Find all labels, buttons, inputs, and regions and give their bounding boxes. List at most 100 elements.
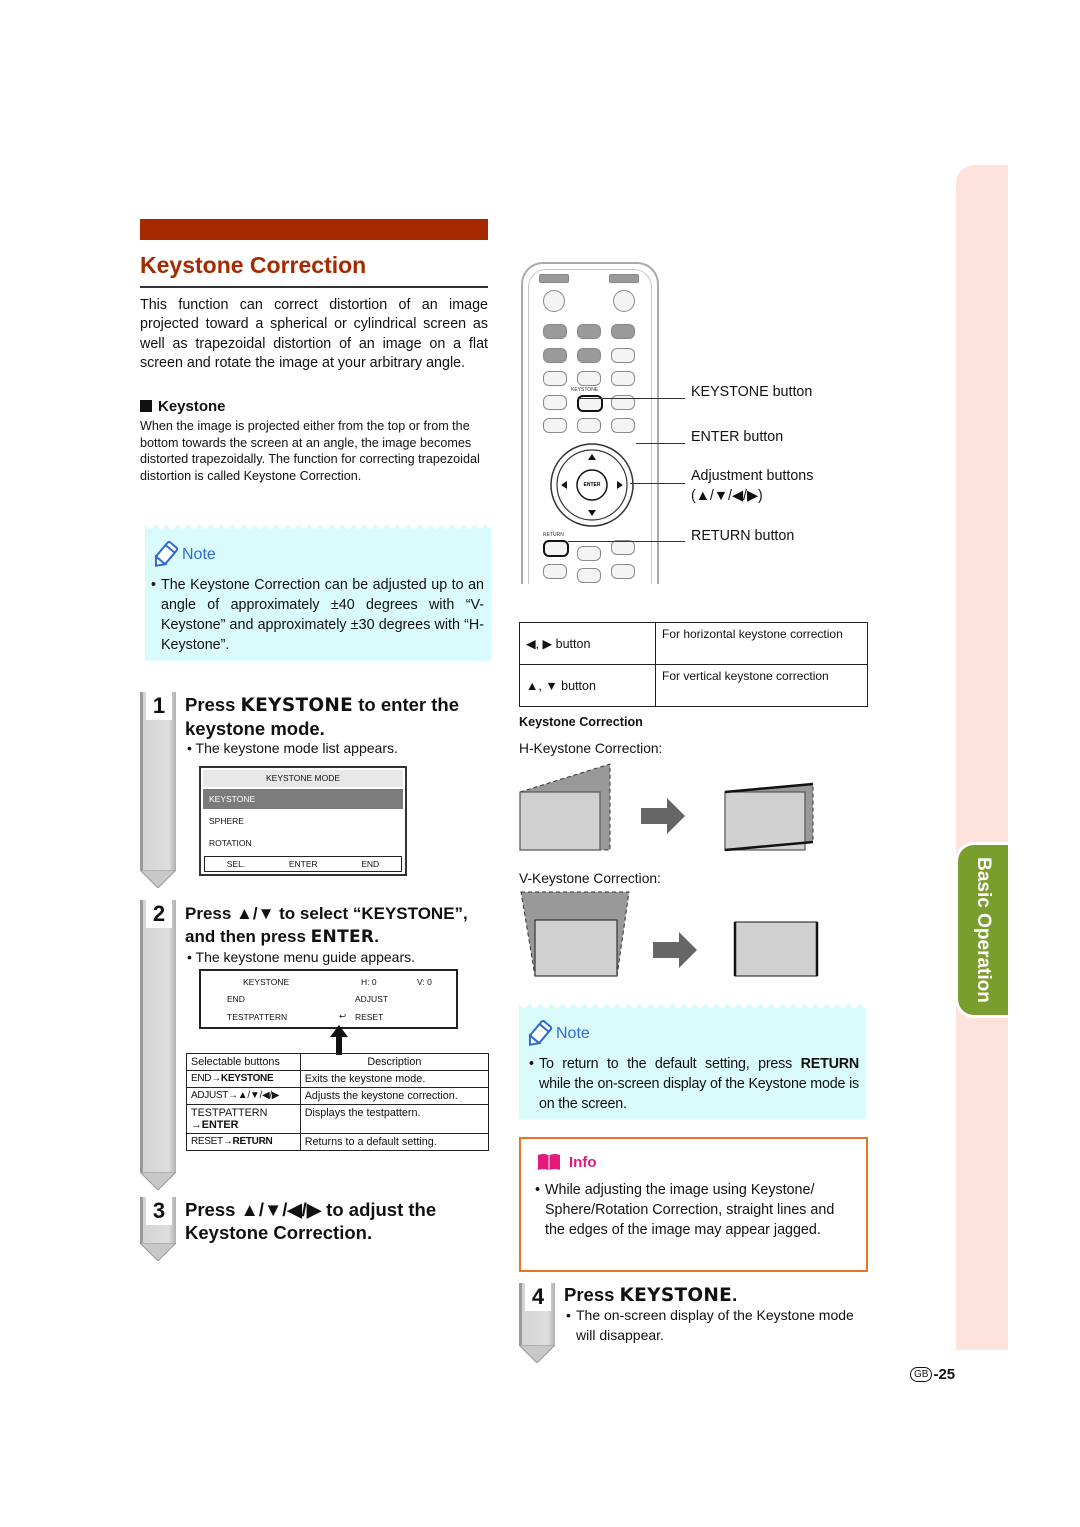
on-button[interactable] — [613, 290, 635, 312]
callout-adjustment-buttons: Adjustment buttons — [691, 468, 814, 484]
step-4-tab: 4 — [519, 1283, 555, 1363]
note-header: Note — [150, 540, 216, 570]
callout-line — [630, 483, 685, 484]
osd-keystone-mode: KEYSTONE MODE KEYSTONE SPHERE ROTATION S… — [199, 766, 407, 876]
table-cell: For vertical keystone correction — [655, 664, 868, 707]
note-label: Note — [556, 1025, 590, 1042]
pointer-arrow-icon — [330, 1025, 348, 1055]
table-row: TESTPATTERN →ENTER Displays the testpatte… — [186, 1104, 490, 1134]
keystone-description: When the image is projected either from … — [140, 419, 480, 483]
osd-footer: SEL. ENTER END — [204, 856, 402, 872]
table-row: ◀, ▶ button For horizontal keystone corr… — [519, 622, 868, 665]
v-keystone-diagram — [520, 891, 819, 977]
step-number: 1 — [146, 692, 172, 720]
on-label-bar — [609, 274, 639, 283]
info-box: Info • While adjusting the image using K… — [519, 1137, 868, 1272]
step-arrow-icon — [519, 1345, 555, 1363]
table-row: ▲, ▼ button For vertical keystone correc… — [519, 664, 868, 707]
iris-2-button[interactable] — [611, 418, 635, 433]
title-divider — [140, 286, 488, 288]
table-cell: Adjusts the keystone correction. — [299, 1087, 490, 1105]
resize-button[interactable] — [611, 564, 635, 579]
freeze-button[interactable] — [543, 371, 567, 386]
step-2-title: Press ▲/▼ to select “KEYSTONE”, and then… — [185, 904, 468, 947]
osd-guide-v-value: V: 0 — [417, 977, 432, 987]
callout-return-button: RETURN button — [691, 528, 795, 544]
hdmi2-button[interactable] — [577, 324, 601, 339]
callout-line — [636, 443, 685, 444]
table-header-row: Selectable buttons Description — [186, 1053, 490, 1071]
computer-button[interactable] — [611, 348, 635, 363]
step-3-title: Press ▲/▼/◀/▶ to adjust the Keystone Cor… — [185, 1199, 437, 1243]
step-1-title: Press KEYSTONE to enter the keystone mod… — [185, 694, 459, 739]
table-cell: ADJUST→▲/▼/◀/▶ — [186, 1087, 301, 1105]
menu-hide-button[interactable] — [577, 546, 601, 561]
osd-footer-enter: ENTER — [288, 859, 318, 869]
selectable-buttons-table: Selectable buttons Description END→KEYST… — [186, 1053, 490, 1151]
hdmi1-button[interactable] — [543, 324, 567, 339]
keystone-heading-text: Keystone — [158, 398, 226, 415]
keystone-remote-label: KEYSTONE — [571, 387, 599, 393]
step-4-sub: • The on-screen display of the Keystone m… — [566, 1307, 854, 1343]
image-shift-button[interactable] — [577, 418, 601, 433]
note-label: Note — [182, 546, 216, 563]
note-text: The Keystone Correction can be adjusted … — [161, 577, 484, 653]
osd-footer-end: END — [361, 859, 380, 869]
osd-item-rotation[interactable]: ROTATION — [203, 833, 403, 853]
callout-line — [568, 541, 685, 542]
table-row: ADJUST→▲/▼/◀/▶ Adjusts the keystone corr… — [186, 1087, 490, 1105]
page-title: Keystone Correction — [140, 252, 367, 278]
info-header: Info — [537, 1153, 597, 1171]
note-box: Note • To return to the default setting,… — [519, 1004, 866, 1119]
video-button[interactable] — [577, 348, 601, 363]
step-number: 3 — [146, 1197, 172, 1225]
return-button[interactable] — [543, 540, 569, 557]
menu-button[interactable] — [611, 540, 635, 555]
magnify-minus-button[interactable] — [543, 418, 567, 433]
osd-guide-adjust: ADJUST — [355, 994, 389, 1004]
magnify-button[interactable] — [543, 395, 567, 410]
osd-item-keystone[interactable]: KEYSTONE — [203, 789, 403, 809]
right-arrow-icon — [641, 798, 685, 834]
callout-enter-button: ENTER button — [691, 429, 784, 445]
table-header: Selectable buttons — [186, 1053, 301, 1071]
osd-item-sphere[interactable]: SPHERE — [203, 811, 403, 831]
h-keystone-diagram — [519, 763, 814, 852]
osd-guide-h-value: H: 0 — [361, 977, 377, 987]
osd-footer-sel: SEL. — [226, 859, 246, 869]
standby-button[interactable] — [543, 290, 565, 312]
table-cell: TESTPATTERN →ENTER — [186, 1104, 301, 1134]
step-arrow-icon — [140, 1243, 176, 1261]
dpad: ENTER — [550, 443, 634, 527]
step-1-tab: 1 — [140, 692, 176, 888]
table-row: RESET→RETURN Returns to a default settin… — [186, 1133, 490, 1151]
table-cell: ◀, ▶ button — [519, 622, 656, 665]
region-badge: GB — [910, 1367, 933, 1382]
h-keystone-label: H-Keystone Correction: — [519, 741, 663, 756]
step-number: 2 — [146, 900, 172, 928]
auto-sync-button[interactable] — [577, 371, 601, 386]
callout-keystone-button: KEYSTONE button — [691, 384, 813, 400]
right-arrow-icon — [653, 932, 697, 968]
eco-quiet-button[interactable] — [577, 568, 601, 583]
note-bullet: • The Keystone Correction can be adjuste… — [151, 577, 484, 653]
keystone-heading: Keystone — [140, 398, 226, 415]
svideo-button[interactable] — [543, 348, 567, 363]
input-button[interactable] — [543, 564, 567, 579]
figure-title: Keystone Correction — [519, 715, 643, 729]
info-text: While adjusting the image using Keystone… — [545, 1182, 835, 1238]
step-2-tab: 2 — [140, 900, 176, 1190]
step-2-sub: • The keystone menu guide appears. — [187, 949, 416, 965]
osd-keystone-guide: KEYSTONE H: 0 V: 0 END ADJUST TESTPATTER… — [199, 969, 458, 1029]
note-text: To return to the default setting, press … — [539, 1056, 859, 1112]
pencil-icon — [154, 541, 179, 567]
book-icon — [538, 1154, 560, 1170]
table-cell: For horizontal keystone correction — [655, 622, 868, 665]
section-tab-basic-operation[interactable]: Basic Operation — [958, 845, 1008, 1015]
note-bullet: • To return to the default setting, pres… — [529, 1056, 859, 1112]
step-arrow-icon — [140, 870, 176, 888]
component-button[interactable] — [611, 324, 635, 339]
picture-mode-button[interactable] — [611, 371, 635, 386]
step-4-title: Press KEYSTONE. — [564, 1284, 738, 1306]
page-number-text: -25 — [933, 1366, 956, 1383]
